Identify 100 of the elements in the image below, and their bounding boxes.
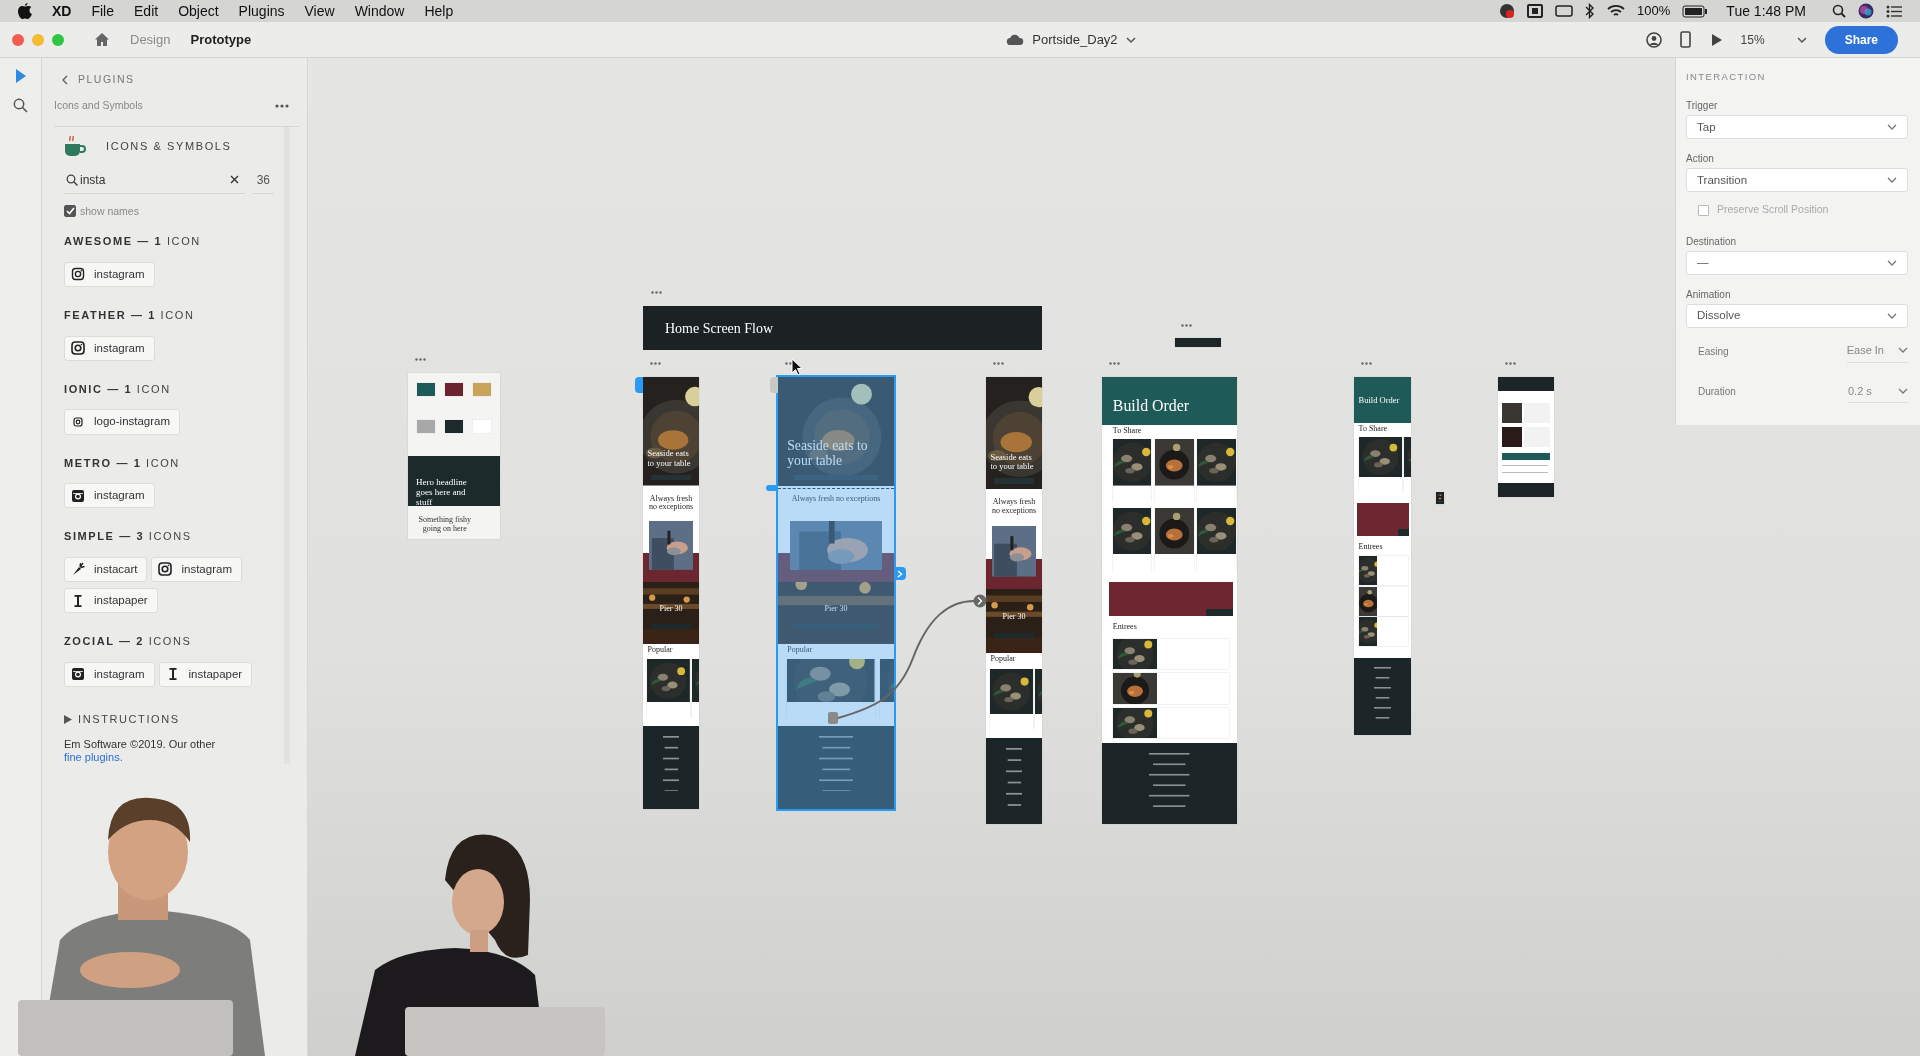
artboard-text: Always fresh no exceptions: [791, 494, 881, 504]
camera-icon: [71, 667, 85, 682]
chevron-icon: [1887, 259, 1897, 267]
clock: Tue 1:48 PM: [1726, 1, 1806, 21]
icon-chip[interactable]: instagram: [64, 261, 155, 287]
artboard-text: Always fresh no exceptions: [648, 494, 694, 513]
field-label: Action: [1686, 152, 1715, 167]
cta-bar: [650, 624, 692, 630]
artboard-text: Build Order: [1112, 397, 1190, 415]
checkbox[interactable]: [1698, 204, 1709, 216]
chevron-icon: [1898, 346, 1908, 355]
artboard[interactable]: Seaside eats to your table Always fresh no exceptions Pier 30 Popular: [643, 377, 699, 809]
cursor-icon: [791, 358, 803, 376]
display-icon[interactable]: [1527, 4, 1544, 18]
artboard-text: Build Order: [1358, 396, 1400, 406]
app-menu[interactable]: XD: [52, 0, 72, 22]
checkbox-label: show names: [80, 203, 139, 219]
credit-text: Em Software ©2019. Our other fine plugins.: [64, 737, 217, 764]
phone-icon[interactable]: [1679, 31, 1691, 48]
dropdown[interactable]: Tap: [1686, 115, 1908, 140]
menu-item[interactable]: Edit: [134, 0, 159, 22]
group-heading: IONIC — 1 ICON: [64, 381, 172, 397]
artboard[interactable]: Build Order To Share Entrees: [1354, 377, 1411, 735]
artboard-text: Always fresh no exceptions: [991, 498, 1037, 516]
close-button[interactable]: [12, 33, 24, 46]
mug-icon: [64, 134, 88, 159]
icon-chip[interactable]: instagram: [151, 556, 242, 582]
icon-chip[interactable]: instacart: [64, 556, 148, 582]
camera-icon: [71, 267, 85, 282]
apple-icon[interactable]: [18, 3, 32, 19]
dropdown[interactable]: Transition: [1686, 168, 1908, 193]
home-icon[interactable]: [94, 32, 110, 47]
plugin-title: ICONS & SYMBOLS: [106, 139, 232, 155]
select-tool[interactable]: [14, 68, 27, 84]
artboard-text: Entrees: [1111, 620, 1138, 633]
record-icon[interactable]: [1499, 3, 1516, 19]
artboard-text: Pier 30: [658, 605, 684, 615]
instructions-toggle[interactable]: INSTRUCTIONS: [64, 711, 180, 728]
menu-item[interactable]: Object: [178, 0, 219, 22]
home-marker[interactable]: [635, 377, 643, 393]
artboard[interactable]: [1498, 377, 1554, 497]
field-label: Easing: [1698, 344, 1729, 359]
list-icon[interactable]: [1886, 4, 1902, 18]
icon-chip[interactable]: instagram: [64, 483, 155, 509]
share-button[interactable]: Share: [1824, 25, 1898, 54]
user-icon[interactable]: [1645, 31, 1662, 48]
panel-title: INTERACTION: [1686, 70, 1767, 84]
icon-chip[interactable]: logo-instagram: [64, 409, 181, 435]
footer-drawing: [1373, 667, 1392, 719]
camera-icon: [71, 488, 85, 503]
dropdown[interactable]: Dissolve: [1686, 304, 1908, 328]
orb-icon[interactable]: [1858, 3, 1874, 19]
checkbox-label: Preserve Scroll Position: [1717, 202, 1829, 218]
search-icon[interactable]: [1832, 4, 1846, 18]
more-icon[interactable]: [275, 103, 289, 108]
carrot-icon: [71, 562, 85, 577]
menu-item[interactable]: Window: [354, 0, 405, 22]
menu-item[interactable]: View: [304, 0, 335, 22]
bluetooth-icon[interactable]: [1585, 3, 1596, 19]
play-icon[interactable]: [1710, 32, 1723, 47]
artboard[interactable]: Seaside eats to your table Always fresh no exceptions Pier 30 Popular: [986, 377, 1042, 824]
icon-chip[interactable]: instapaper: [158, 661, 253, 687]
dropdown[interactable]: —: [1686, 251, 1908, 275]
back-button[interactable]: PLUGINS: [54, 72, 135, 88]
document-title: Portside_Day2: [1032, 30, 1118, 49]
chevron-icon: [1887, 312, 1897, 320]
icon-chip[interactable]: instagram: [64, 661, 155, 687]
artboard-text: Seaside eats to your table: [990, 452, 1035, 472]
chevron-icon[interactable]: [1796, 35, 1807, 44]
link-handle[interactable]: [894, 567, 906, 580]
footer-drawing: [1005, 747, 1023, 806]
plugins-link[interactable]: fine plugins.: [64, 750, 123, 763]
plugin-name: Icons and Symbols: [54, 97, 143, 113]
artboard[interactable]: Seaside eats to your table Always fresh no exceptions Pier 30 Popular: [778, 377, 894, 809]
zoom-level[interactable]: 15%: [1740, 30, 1765, 49]
clear-button[interactable]: [229, 174, 239, 184]
group-heading: FEATHER — 1 ICON: [64, 308, 196, 323]
screen-icon[interactable]: [1555, 5, 1574, 17]
battery-icon[interactable]: [1682, 4, 1709, 18]
scroll-handle[interactable]: [766, 485, 778, 491]
search-tool[interactable]: [13, 98, 28, 113]
icon-chip[interactable]: instagram: [64, 335, 155, 361]
menu-item[interactable]: File: [91, 0, 114, 22]
show-names-checkbox[interactable]: [64, 205, 76, 218]
menu-item[interactable]: Plugins: [238, 0, 285, 22]
artboard-text: Pier 30: [823, 605, 849, 615]
cta-bar: [993, 478, 1035, 484]
artboard-text: Hero headline goes here and stuff: [415, 478, 468, 506]
search-field[interactable]: insta: [64, 166, 245, 194]
mode-tab[interactable]: Prototype: [180, 25, 262, 54]
icon-chip[interactable]: instapaper: [64, 588, 158, 614]
menu-item[interactable]: Help: [424, 0, 454, 22]
artboard-text: Seaside eats to your table: [647, 449, 692, 469]
wifi-icon[interactable]: [1607, 4, 1626, 18]
chevron-icon[interactable]: [1125, 35, 1136, 44]
camera-icon: [71, 341, 85, 356]
artboard[interactable]: Hero headline goes here and stuff Something fishy going on here: [408, 373, 500, 539]
chevron-icon: [1887, 176, 1897, 185]
artboard-text: Pier 30: [1001, 613, 1027, 623]
artboard[interactable]: Build Order To Share Entrees: [1102, 377, 1237, 824]
